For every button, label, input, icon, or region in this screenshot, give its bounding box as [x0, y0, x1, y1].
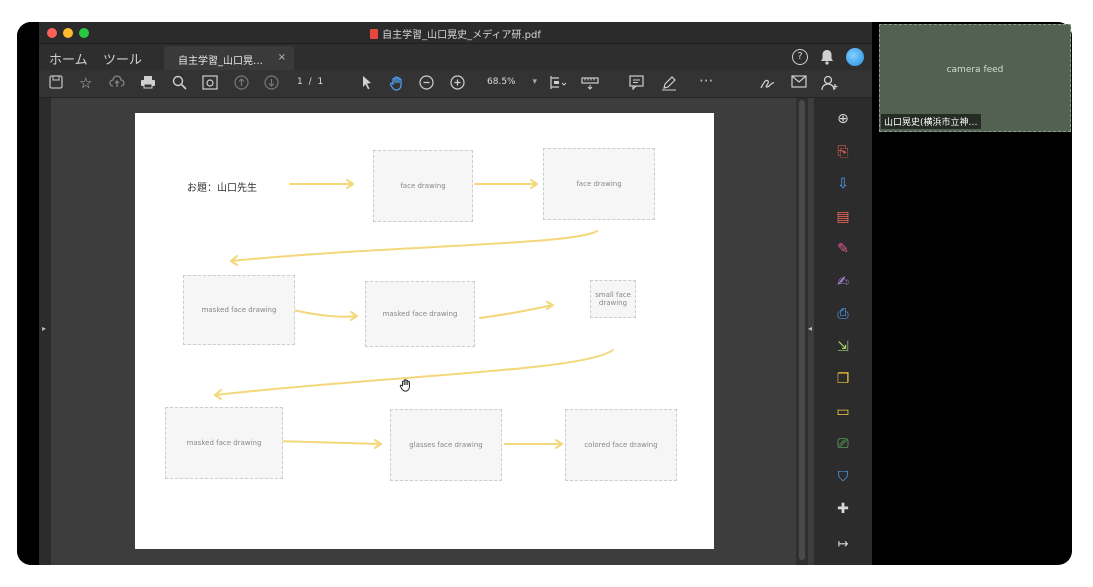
window-title: 自主学習_山口晃史_メディア研.pdf — [39, 26, 872, 41]
face-drawing-1-placeholder: face drawing — [400, 182, 446, 190]
face-drawing-5-placeholder: small face drawing — [595, 291, 631, 307]
participant-name: 山口晃史(横浜市立神… — [881, 114, 981, 129]
compress-icon[interactable]: ⇲ — [834, 338, 852, 356]
zoom-in-icon[interactable] — [450, 75, 465, 90]
tab-document-label: 自主学習_山口晃… — [178, 56, 263, 67]
zoom-icon[interactable]: ⊕ — [834, 110, 852, 128]
more-tools-icon[interactable]: ✚ — [834, 500, 852, 518]
find-icon[interactable] — [172, 75, 187, 90]
arrow-6 — [214, 349, 614, 396]
export-pdf-icon[interactable]: ⇩ — [834, 175, 852, 193]
sign-icon[interactable] — [759, 75, 776, 91]
collapse-right-icon[interactable]: ◂ — [808, 324, 812, 333]
left-black-margin — [17, 22, 39, 565]
help-icon[interactable]: ? — [792, 49, 808, 65]
face-drawing-6-placeholder: masked face drawing — [186, 439, 262, 447]
acrobat-window: 自主学習_山口晃史_メディア研.pdf ホーム ツール 自主学習_山口晃… × … — [39, 22, 872, 565]
close-tab-icon[interactable]: × — [278, 52, 286, 63]
chevron-down-icon: ▾ — [532, 77, 537, 87]
fill-sign-icon[interactable]: ✍ — [834, 273, 852, 291]
pdf-file-icon — [370, 29, 379, 39]
face-drawing-2: face drawing — [543, 148, 655, 220]
tab-document[interactable]: 自主学習_山口晃… × — [164, 46, 294, 70]
page-separator: / — [308, 77, 312, 87]
face-drawing-8-placeholder: colored face drawing — [584, 441, 658, 449]
face-drawing-7: glasses face drawing — [390, 409, 502, 481]
face-drawing-6: masked face drawing — [165, 407, 283, 479]
star-icon[interactable]: ☆ — [79, 75, 92, 91]
comment-icon[interactable] — [629, 75, 644, 90]
share-user-icon[interactable] — [821, 75, 838, 91]
zoom-level-dropdown[interactable]: 68.5% ▾ — [487, 77, 537, 87]
expand-left-icon[interactable]: ▸ — [42, 324, 46, 333]
page-indicator[interactable]: 1 / 1 — [297, 77, 323, 87]
combine-files-icon[interactable]: ❐ — [834, 370, 852, 388]
send-review-icon[interactable]: ⎙ — [834, 305, 852, 323]
hand-tool-icon[interactable] — [389, 75, 405, 91]
save-icon[interactable] — [49, 75, 63, 89]
edit-pdf-icon[interactable]: ✎ — [834, 240, 852, 258]
arrow-3 — [230, 230, 598, 262]
organize-pages-icon[interactable]: ▤ — [834, 208, 852, 226]
zoom-out-icon[interactable] — [419, 75, 434, 90]
avatar[interactable] — [846, 48, 864, 66]
print-icon[interactable] — [140, 75, 156, 89]
page-total: 1 — [317, 77, 324, 87]
page-display-icon[interactable] — [549, 75, 567, 90]
select-pointer-icon[interactable] — [361, 75, 373, 90]
collapse-pane-icon[interactable]: ↦ — [834, 536, 852, 554]
prev-page-icon[interactable] — [234, 75, 249, 90]
face-drawing-4: masked face drawing — [365, 281, 475, 347]
tab-bar: ホーム ツール 自主学習_山口晃… × ? — [39, 44, 872, 70]
measure-icon[interactable] — [581, 75, 599, 90]
window-title-text: 自主学習_山口晃史_メディア研.pdf — [382, 30, 541, 41]
email-icon[interactable] — [791, 75, 807, 88]
face-drawing-3: masked face drawing — [183, 275, 295, 345]
comment-icon[interactable]: ▭ — [834, 403, 852, 421]
tab-tools[interactable]: ツール — [103, 49, 142, 68]
face-drawing-8: colored face drawing — [565, 409, 677, 481]
left-panel-toggle[interactable]: ▸ — [39, 98, 51, 565]
protect-icon[interactable]: ⛉ — [834, 468, 852, 486]
document-viewport[interactable]: ▸ お題：山口先生 face drawing face drawing mask… — [39, 98, 814, 565]
arrow-7 — [274, 440, 382, 445]
tab-home[interactable]: ホーム — [49, 49, 88, 68]
arrow-5 — [479, 304, 554, 319]
print-production-icon[interactable]: ⎚ — [834, 435, 852, 453]
participant-video[interactable]: camera feed 山口晃史(横浜市立神… — [879, 24, 1071, 132]
face-drawing-2-placeholder: face drawing — [576, 180, 622, 188]
tools-pane: ↦ ⊕ ⎘ ⇩ ▤ ✎ ✍ ⎙ ⇲ ❐ ▭ ⎚ ⛉ ✚ — [814, 98, 872, 565]
screenshot-icon[interactable] — [202, 75, 218, 90]
hand-cursor-icon — [399, 379, 410, 392]
create-pdf-icon[interactable]: ⎘ — [834, 143, 852, 161]
face-drawing-1: face drawing — [373, 150, 473, 222]
scrollbar-thumb[interactable] — [799, 100, 805, 560]
bell-icon[interactable] — [820, 49, 834, 65]
title-bar: 自主学習_山口晃史_メディア研.pdf — [39, 22, 872, 44]
account-controls: ? — [792, 48, 864, 66]
vertical-scrollbar[interactable] — [796, 98, 808, 565]
face-drawing-4-placeholder: masked face drawing — [382, 310, 458, 318]
face-drawing-7-placeholder: glasses face drawing — [409, 441, 483, 449]
arrow-4 — [292, 309, 358, 318]
face-drawing-3-placeholder: masked face drawing — [201, 306, 277, 314]
zoom-level: 68.5% — [487, 77, 516, 87]
highlight-pen-icon[interactable] — [661, 75, 677, 91]
participant-video-placeholder: camera feed — [946, 65, 1004, 75]
main-toolbar: ☆ 1 / 1 68.5% ▾ ··· — [39, 70, 872, 98]
next-page-icon[interactable] — [264, 75, 279, 90]
face-drawing-5: small face drawing — [590, 280, 636, 318]
page-current[interactable]: 1 — [297, 77, 303, 87]
pdf-page: お題：山口先生 face drawing face drawing masked… — [135, 113, 714, 549]
upload-cloud-icon[interactable] — [109, 75, 125, 89]
more-options-icon[interactable]: ··· — [699, 73, 713, 89]
